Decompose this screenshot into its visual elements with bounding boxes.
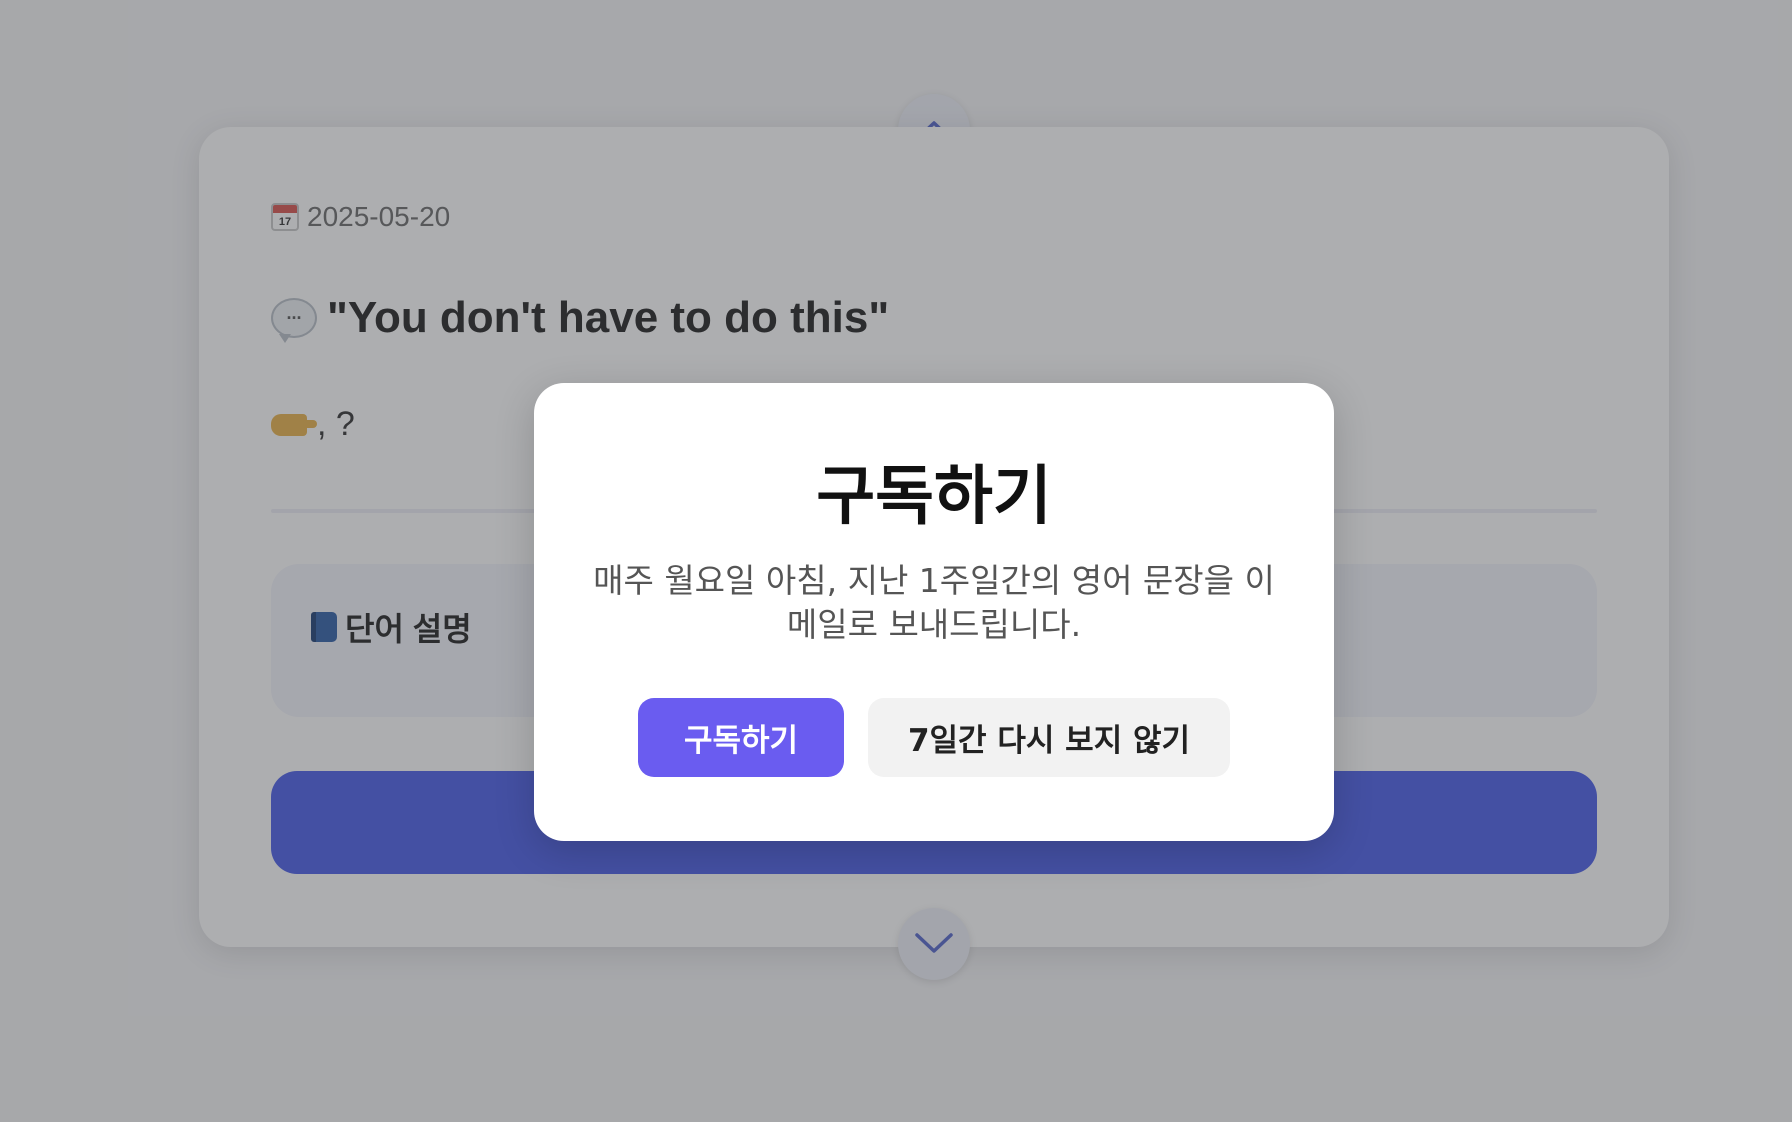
modal-title: 구독하기 [816, 460, 1052, 534]
subscribe-modal: 구독하기 매주 월요일 아침, 지난 1주일간의 영어 문장을 이메일로 보내드… [534, 383, 1334, 841]
subscribe-button[interactable]: 구독하기 [638, 698, 844, 777]
page: 17 2025-05-20 ··· "You don't have to do … [0, 0, 1792, 1122]
dismiss-7-days-button[interactable]: 7일간 다시 보지 않기 [868, 698, 1230, 777]
modal-description: 매주 월요일 아침, 지난 1주일간의 영어 문장을 이메일로 보내드립니다. [593, 561, 1275, 644]
modal-actions: 구독하기 7일간 다시 보지 않기 [534, 698, 1334, 777]
